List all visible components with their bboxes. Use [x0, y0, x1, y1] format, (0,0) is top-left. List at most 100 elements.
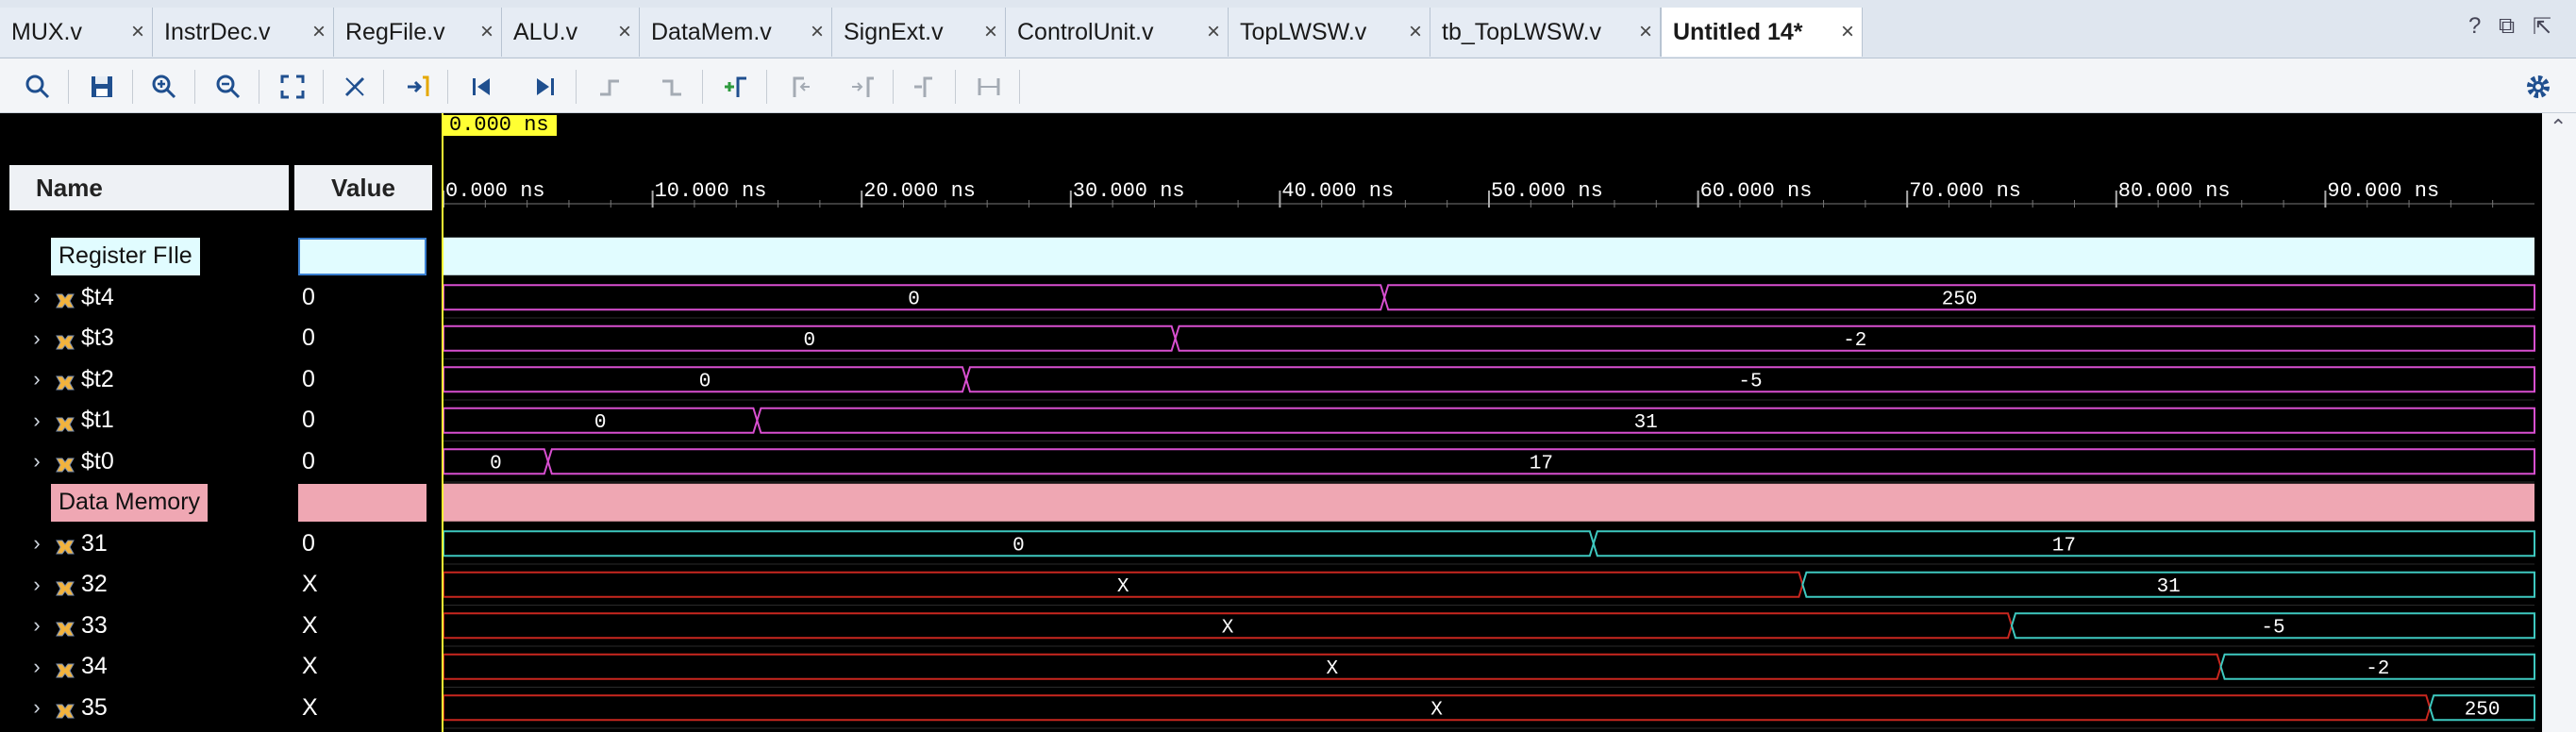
- toolbar-separator: [955, 70, 956, 104]
- close-icon[interactable]: ×: [811, 19, 824, 45]
- signal-row[interactable]: › 32: [9, 564, 108, 606]
- save-icon[interactable]: [85, 70, 119, 104]
- signal-value: 0: [302, 283, 315, 310]
- signal-value: 0: [302, 407, 315, 434]
- value-column-header[interactable]: Value: [294, 165, 432, 210]
- toolbar-separator: [132, 70, 133, 104]
- signal-row[interactable]: › 35: [9, 687, 107, 728]
- goto-cursor-icon[interactable]: [400, 70, 434, 104]
- tab-label: MUX.v: [11, 18, 82, 45]
- go-first-icon[interactable]: [464, 70, 498, 104]
- next-marker-icon[interactable]: [845, 70, 879, 104]
- go-last-icon[interactable]: [528, 70, 562, 104]
- bus-value-label: 250: [2465, 699, 2501, 721]
- time-tick-label: 80.000 ns: [2117, 179, 2231, 203]
- signal-row[interactable]: › 34: [9, 646, 107, 688]
- chevron-right-icon[interactable]: ›: [25, 655, 49, 679]
- chevron-right-icon[interactable]: ›: [25, 449, 49, 474]
- signal-row[interactable]: › $t1: [9, 400, 113, 441]
- vertical-scrollbar[interactable]: ⌃: [2542, 113, 2576, 732]
- chevron-right-icon[interactable]: ›: [25, 367, 49, 391]
- name-column-header[interactable]: Name: [9, 165, 289, 210]
- zoom-out-icon[interactable]: [211, 70, 245, 104]
- help-icon[interactable]: ?: [2468, 13, 2481, 40]
- tab-datamem[interactable]: DataMem.v ×: [640, 8, 832, 57]
- bus-value-label: 0: [699, 371, 711, 392]
- tab-instrdec[interactable]: InstrDec.v ×: [153, 8, 334, 57]
- signal-value-column: Value 000000XXXX: [294, 113, 432, 732]
- swap-cursors-icon[interactable]: [908, 70, 942, 104]
- bus-signal-icon: [55, 699, 75, 719]
- toolbar-separator: [194, 70, 195, 104]
- bus-value-label: 17: [1530, 453, 1553, 474]
- tab-untitled-14[interactable]: Untitled 14* ×: [1661, 8, 1863, 57]
- signal-value: 0: [302, 447, 315, 474]
- close-icon[interactable]: ×: [1841, 19, 1854, 45]
- float-window-icon[interactable]: ⇱: [2533, 13, 2551, 41]
- group-band: [443, 237, 2534, 275]
- zoom-fit-icon[interactable]: [276, 70, 309, 104]
- bus-value-label: X: [1430, 699, 1443, 721]
- signal-name-column: Name Register FIle › $t4 › $t3 › $t2 › $t1 › $t0 Da…: [9, 113, 289, 732]
- add-marker-icon[interactable]: [719, 70, 753, 104]
- chevron-right-icon[interactable]: ›: [25, 285, 49, 309]
- close-icon[interactable]: ×: [1639, 19, 1652, 45]
- signal-row[interactable]: › $t3: [9, 318, 113, 359]
- tab-alu[interactable]: ALU.v ×: [502, 8, 640, 57]
- toolbar-separator: [323, 70, 324, 104]
- close-icon[interactable]: ×: [480, 19, 493, 45]
- toolbar-separator: [68, 70, 69, 104]
- signal-row[interactable]: › $t2: [9, 358, 113, 400]
- chevron-right-icon[interactable]: ›: [25, 573, 49, 597]
- toolbar-separator: [576, 70, 577, 104]
- close-icon[interactable]: ×: [1207, 19, 1220, 45]
- signal-row[interactable]: › 31: [9, 523, 107, 564]
- bus-signal-icon: [55, 453, 75, 473]
- tab-tb-toplwsw[interactable]: tb_TopLWSW.v ×: [1430, 8, 1661, 57]
- chevron-right-icon[interactable]: ›: [25, 613, 49, 638]
- tab-signext[interactable]: SignExt.v ×: [832, 8, 1006, 57]
- close-icon[interactable]: ×: [131, 19, 144, 45]
- signal-value: X: [302, 653, 318, 680]
- group-value-cell: [298, 483, 427, 522]
- tab-toplwsw[interactable]: TopLWSW.v ×: [1229, 8, 1430, 57]
- restore-window-icon[interactable]: ⧉: [2499, 13, 2515, 40]
- bus-value-label: 0: [490, 453, 502, 474]
- waveform-viewer: Name Register FIle › $t4 › $t3 › $t2 › $t1 › $t0 Da…: [0, 113, 2576, 732]
- chevron-up-icon[interactable]: ⌃: [2550, 115, 2567, 140]
- bus-value-label: -2: [1843, 330, 1866, 352]
- zoom-in-icon[interactable]: [147, 70, 181, 104]
- chevron-right-icon[interactable]: ›: [25, 326, 49, 351]
- signal-row[interactable]: › $t4: [9, 276, 113, 318]
- close-icon[interactable]: ×: [618, 19, 631, 45]
- cursor-snap-icon[interactable]: [338, 70, 372, 104]
- toolbar-separator: [383, 70, 384, 104]
- settings-gear-icon[interactable]: [2521, 70, 2555, 104]
- tab-controlunit[interactable]: ControlUnit.v ×: [1006, 8, 1229, 57]
- tab-mux[interactable]: MUX.v ×: [0, 8, 153, 57]
- search-icon[interactable]: [21, 70, 55, 104]
- time-tick-label: 10.000 ns: [654, 179, 767, 203]
- waveform-canvas[interactable]: 0.000 ns 0 250 0 -2 0 -5 0 31 0 17 0 17 X 31 X -5 X -2 X 25…: [436, 113, 2542, 732]
- tab-label: DataMem.v: [651, 18, 772, 45]
- signal-name: 32: [81, 571, 108, 598]
- prev-marker-icon[interactable]: [783, 70, 817, 104]
- prev-transition-icon[interactable]: [593, 70, 627, 104]
- close-icon[interactable]: ×: [1409, 19, 1422, 45]
- group-divider-label[interactable]: Data Memory: [51, 483, 209, 522]
- toolbar-separator: [893, 70, 894, 104]
- group-divider-label[interactable]: Register FIle: [51, 237, 200, 275]
- chevron-right-icon[interactable]: ›: [25, 408, 49, 433]
- signal-row[interactable]: › 33: [9, 605, 107, 646]
- bus-value-label: 31: [1634, 412, 1658, 434]
- bus-signal-icon: [55, 576, 75, 596]
- close-icon[interactable]: ×: [312, 19, 326, 45]
- tab-regfile[interactable]: RegFile.v ×: [334, 8, 502, 57]
- signal-row[interactable]: › $t0: [9, 441, 113, 482]
- next-transition-icon[interactable]: [655, 70, 689, 104]
- bus-value-label: 0: [908, 289, 920, 310]
- chevron-right-icon[interactable]: ›: [25, 531, 49, 556]
- close-icon[interactable]: ×: [984, 19, 997, 45]
- marker-range-icon[interactable]: [972, 70, 1006, 104]
- chevron-right-icon[interactable]: ›: [25, 695, 49, 720]
